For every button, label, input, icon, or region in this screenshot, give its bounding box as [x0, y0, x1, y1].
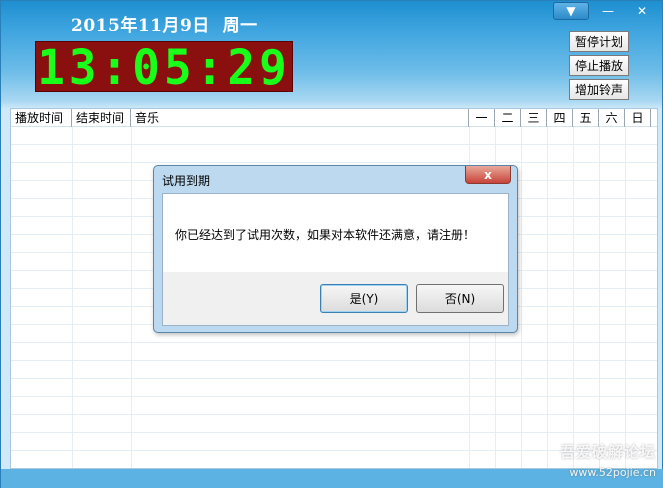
date-display: 2015年11月9日 周一 — [71, 11, 258, 36]
date-value: 2015年11月9日 — [71, 16, 210, 36]
table-header: 播放时间 结束时间 音乐 一 二 三 四 五 六 日 — [11, 109, 657, 127]
column-header-sat[interactable]: 六 — [599, 109, 625, 127]
dialog-message-area: 你已经达到了试用次数，如果对本软件还满意，请注册！ — [163, 194, 508, 272]
column-header-tue[interactable]: 二 — [495, 109, 521, 127]
weekday-value: 周一 — [222, 16, 258, 36]
column-header-thu[interactable]: 四 — [547, 109, 573, 127]
column-divider — [547, 127, 548, 468]
column-header-mon[interactable]: 一 — [469, 109, 495, 127]
dialog-body: 你已经达到了试用次数，如果对本软件还满意，请注册！ 是(Y) 否(N) — [162, 193, 509, 326]
column-divider — [599, 127, 600, 468]
digital-clock: 13:05:29 — [35, 41, 293, 92]
column-divider — [72, 127, 73, 468]
pause-plan-button[interactable]: 暂停计划 — [569, 31, 629, 52]
no-button[interactable]: 否(N) — [416, 284, 504, 313]
close-icon[interactable]: ✕ — [629, 2, 655, 20]
column-header-end-time[interactable]: 结束时间 — [72, 109, 131, 127]
dialog-message: 你已经达到了试用次数，如果对本软件还满意，请注册！ — [175, 228, 476, 242]
watermark-text: 吾爱破解论坛 — [559, 443, 656, 461]
menu-dropdown-icon[interactable]: ▼ — [553, 2, 589, 20]
stop-play-button[interactable]: 停止播放 — [569, 55, 629, 76]
dialog-title: 试用到期 — [162, 174, 211, 188]
trial-expired-dialog: 试用到期 x 你已经达到了试用次数，如果对本软件还满意，请注册！ 是(Y) 否(… — [153, 165, 518, 333]
column-header-music[interactable]: 音乐 — [131, 109, 469, 127]
column-header-start-time[interactable]: 播放时间 — [11, 109, 72, 127]
column-divider — [521, 127, 522, 468]
column-header-fri[interactable]: 五 — [573, 109, 599, 127]
add-bell-button[interactable]: 增加铃声 — [569, 79, 629, 100]
status-strip — [1, 469, 663, 488]
column-header-sun[interactable]: 日 — [625, 109, 651, 127]
yes-button[interactable]: 是(Y) — [320, 284, 408, 313]
main-window: 2015年11月9日 周一 13:05:29 ▼ — ✕ 暂停计划 停止播放 增… — [0, 0, 663, 488]
column-divider — [573, 127, 574, 468]
minimize-icon[interactable]: — — [597, 2, 619, 20]
column-divider — [131, 127, 132, 468]
column-header-wed[interactable]: 三 — [521, 109, 547, 127]
dialog-close-icon[interactable]: x — [465, 166, 511, 184]
column-divider — [625, 127, 626, 468]
watermark-url: www.52pojie.cn — [569, 466, 656, 479]
clock-time: 13:05:29 — [37, 38, 291, 95]
